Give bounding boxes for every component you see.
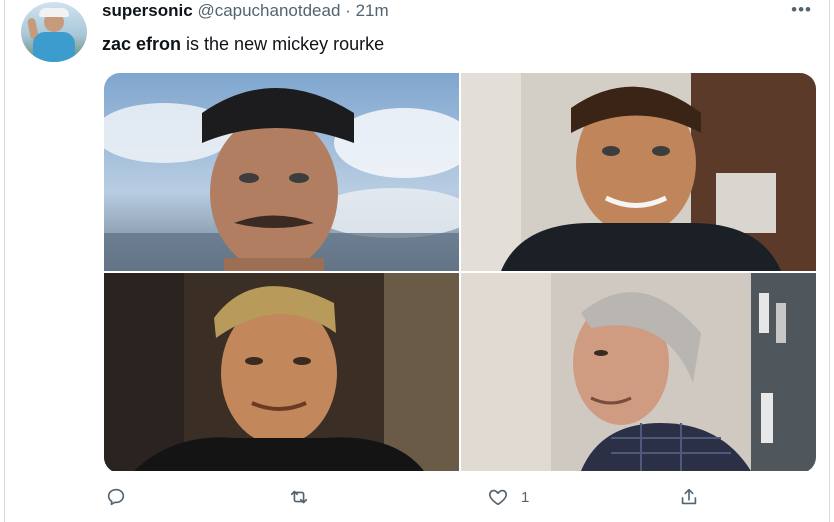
tweet-text: zac efron is the new mickey rourke xyxy=(102,32,384,56)
reply-button[interactable] xyxy=(105,486,127,508)
display-name[interactable]: supersonic xyxy=(102,1,193,20)
retweet-button[interactable] xyxy=(288,486,310,508)
photo-zac-efron-indoor[interactable] xyxy=(461,73,816,271)
tweet-actions: 1 xyxy=(0,486,834,522)
tweet-header: supersonic @capuchanotdead · 21m xyxy=(102,0,389,22)
share-icon xyxy=(681,488,697,505)
timestamp[interactable]: 21m xyxy=(356,1,389,20)
heart-icon xyxy=(488,489,508,506)
separator-dot: · xyxy=(345,1,351,20)
like-count: 1 xyxy=(521,488,530,506)
avatar[interactable] xyxy=(21,2,87,62)
share-button[interactable] xyxy=(678,486,700,508)
media-grid xyxy=(104,73,816,473)
user-handle[interactable]: @capuchanotdead xyxy=(197,1,340,20)
like-button[interactable]: 1 xyxy=(487,486,529,508)
avatar-hat xyxy=(39,8,69,17)
retweet-icon xyxy=(290,490,308,504)
tweet-text-bold: zac efron xyxy=(102,34,182,54)
photo-mickey-rourke-old[interactable] xyxy=(461,273,816,471)
avatar-shirt xyxy=(33,32,75,62)
photo-zac-efron-sky[interactable] xyxy=(104,73,459,271)
reply-icon xyxy=(107,488,125,506)
more-options-icon[interactable]: ••• xyxy=(791,0,812,20)
photo-mickey-rourke-young[interactable] xyxy=(104,273,459,471)
tweet-text-rest: is the new mickey rourke xyxy=(181,34,385,54)
